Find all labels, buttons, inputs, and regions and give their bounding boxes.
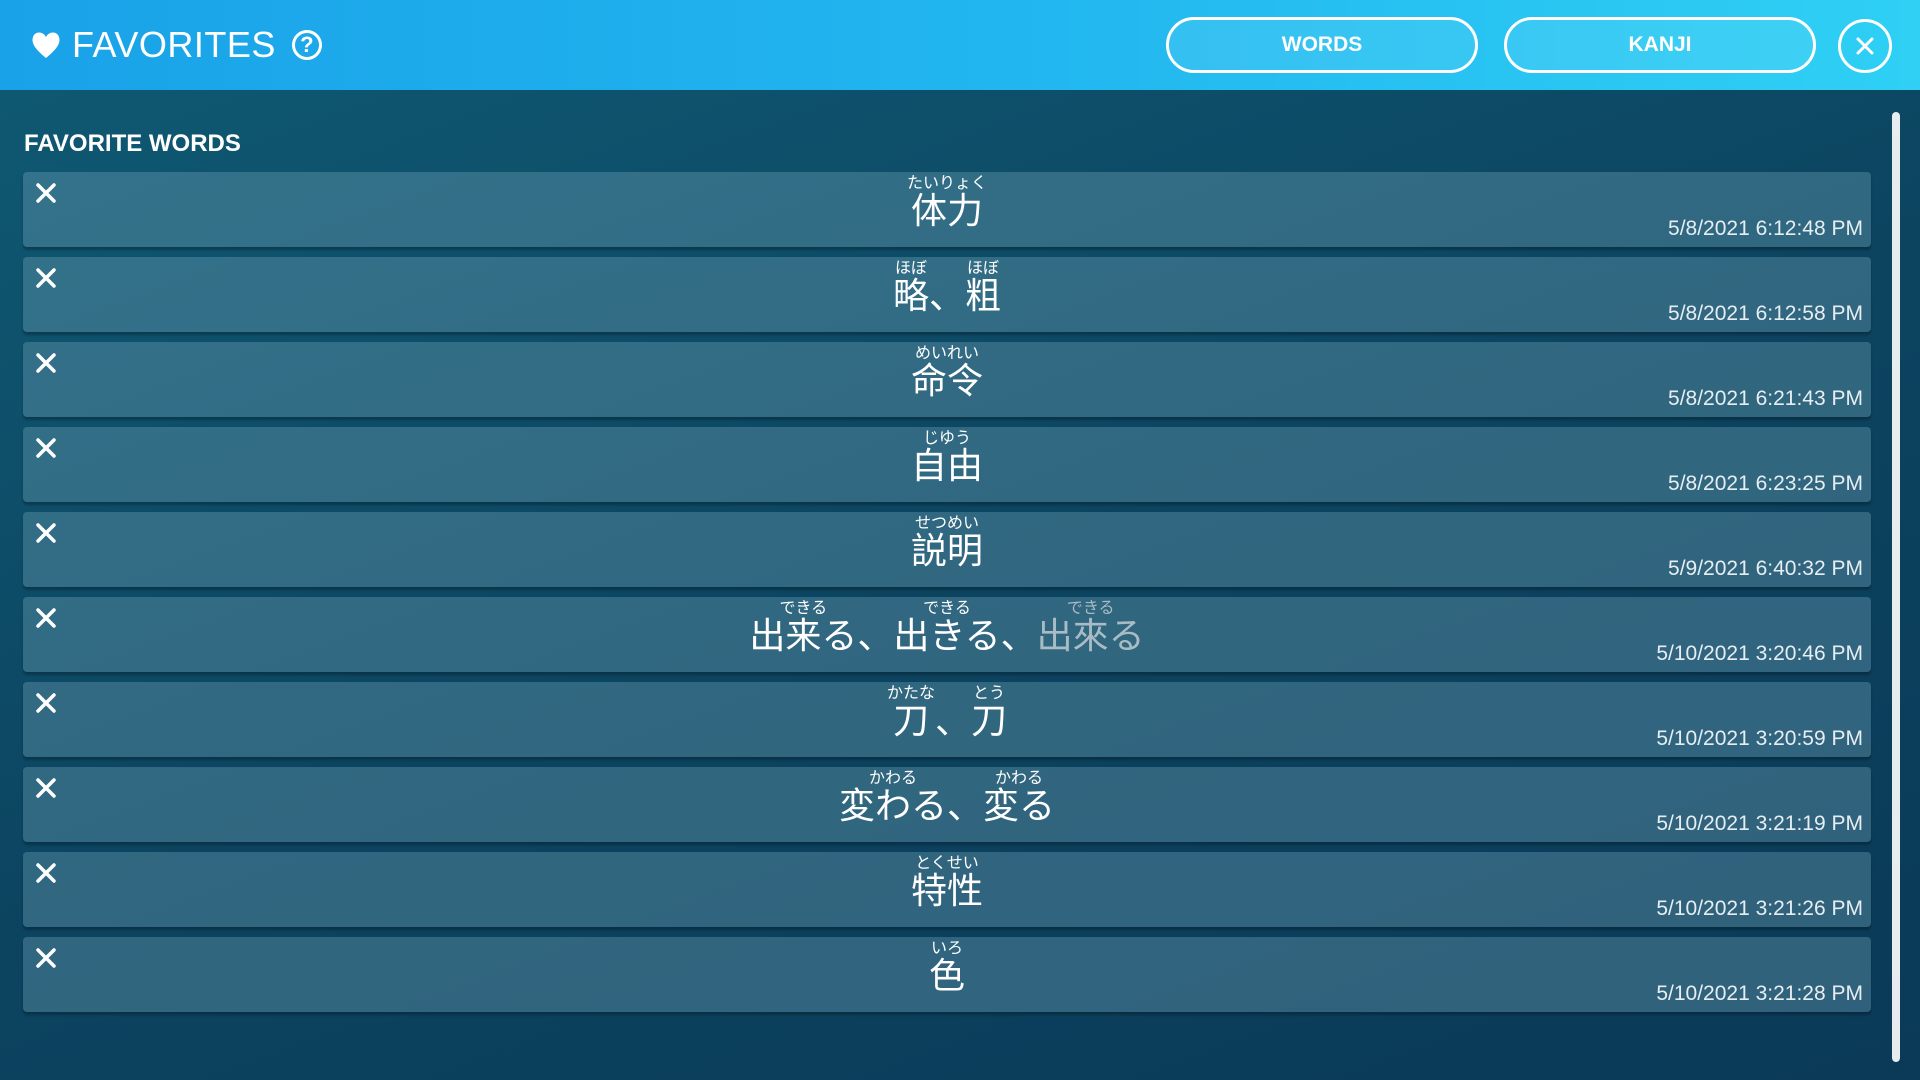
word-text: 色 [928, 956, 965, 997]
list-item[interactable]: かたな刀、とう刀 5/10/2021 3:20:59 PM [23, 682, 1871, 757]
furigana: たいりょく [906, 173, 987, 192]
timestamp: 5/8/2021 6:12:58 PM [1668, 302, 1863, 325]
word-text: 刀 [971, 701, 1008, 742]
term-separator: 、 [857, 616, 894, 657]
list-item[interactable]: たいりょく 体力 5/8/2021 6:12:48 PM [23, 172, 1871, 247]
word-text: 体力 [910, 191, 983, 232]
word-text: 略 [892, 276, 929, 317]
furigana: とう [973, 683, 1006, 702]
term: できる 出きる [893, 599, 1000, 657]
list-item[interactable]: ほぼ略、ほぼ粗 5/8/2021 6:12:58 PM [23, 257, 1871, 332]
timestamp: 5/10/2021 3:21:28 PM [1656, 982, 1863, 1005]
furigana: せつめい [914, 513, 979, 532]
word-entry: せつめい 説明 [23, 514, 1871, 572]
furigana: じゆう [922, 428, 971, 447]
word-entry: かわる 変わる、かわる 変る [23, 769, 1871, 827]
furigana: できる [1066, 598, 1115, 617]
word-text: 変わる [838, 786, 947, 827]
timestamp: 5/10/2021 3:20:46 PM [1656, 642, 1863, 665]
furigana: ほぼ [894, 258, 927, 277]
word-text: 特性 [910, 871, 983, 912]
term: めいれい 命令 [911, 344, 983, 402]
word-entry: ほぼ略、ほぼ粗 [23, 259, 1871, 317]
word-text: 自由 [910, 446, 983, 487]
favorites-panel: FAVORITE WORDS たいりょく 体力 5/8/2021 6:12:48 P… [0, 90, 1920, 1080]
furigana: できる [779, 598, 828, 617]
term: かわる 変る [983, 769, 1055, 827]
list-item[interactable]: できる 出来る、できる 出きる、できる 出來る 5/10/2021 3:20:46 PM [23, 597, 1871, 672]
word-text: 出來る [1036, 616, 1145, 657]
term: かたな刀 [887, 684, 935, 742]
kanji-tab-button[interactable]: KANJI [1504, 17, 1816, 73]
timestamp: 5/8/2021 6:21:43 PM [1668, 387, 1863, 410]
word-text: 出来る [749, 616, 858, 657]
term-separator: 、 [928, 276, 965, 317]
furigana: ほぼ [967, 258, 1000, 277]
page-title: FAVORITES [72, 24, 276, 65]
help-icon: ? [300, 32, 314, 57]
term: とくせい 特性 [911, 854, 983, 912]
heart-icon [32, 32, 60, 58]
help-button[interactable]: ? [291, 30, 322, 60]
term: ほぼ粗 [965, 259, 1001, 317]
word-text: 説明 [910, 531, 983, 572]
word-entry: めいれい 命令 [23, 344, 1871, 402]
header-bar: FAVORITES ? WORDS KANJI [0, 0, 1920, 90]
close-icon [1856, 37, 1874, 55]
term: たいりょく 体力 [907, 174, 987, 232]
furigana: できる [923, 598, 971, 617]
word-text: 命令 [910, 361, 983, 402]
word-entry: じゆう 自由 [23, 429, 1871, 487]
furigana: かわる [868, 768, 917, 787]
furigana: かわる [995, 768, 1044, 787]
term: かわる 変わる [839, 769, 947, 827]
word-entry: かたな刀、とう刀 [23, 684, 1871, 742]
timestamp: 5/10/2021 3:20:59 PM [1656, 727, 1863, 750]
word-entry: いろ色 [23, 939, 1871, 997]
word-text: 出きる [893, 616, 1001, 657]
timestamp: 5/8/2021 6:12:48 PM [1668, 217, 1863, 240]
word-text: 刀 [892, 701, 929, 742]
list-item[interactable]: せつめい 説明 5/9/2021 6:40:32 PM [23, 512, 1871, 587]
list-item[interactable]: とくせい 特性 5/10/2021 3:21:26 PM [23, 852, 1871, 927]
list-item[interactable]: いろ色 5/10/2021 3:21:28 PM [23, 937, 1871, 1012]
term-separator: 、 [934, 701, 971, 742]
term: じゆう 自由 [911, 429, 983, 487]
list-item[interactable]: かわる 変わる、かわる 変る 5/10/2021 3:21:19 PM [23, 767, 1871, 842]
furigana: めいれい [914, 343, 979, 362]
term-separator: 、 [1000, 616, 1037, 657]
term: せつめい 説明 [911, 514, 983, 572]
word-entry: たいりょく 体力 [23, 174, 1871, 232]
scrollbar[interactable] [1892, 112, 1900, 1062]
section-title: FAVORITE WORDS [24, 130, 241, 157]
timestamp: 5/9/2021 6:40:32 PM [1668, 557, 1863, 580]
furigana: かたな [886, 683, 935, 702]
term: できる 出來る [1037, 599, 1145, 657]
term: ほぼ略 [893, 259, 929, 317]
word-entry: とくせい 特性 [23, 854, 1871, 912]
word-entry: できる 出来る、できる 出きる、できる 出來る [23, 599, 1871, 657]
favorites-list: たいりょく 体力 5/8/2021 6:12:48 PM ほぼ略、ほぼ粗 5/8/202… [23, 172, 1871, 1022]
list-item[interactable]: めいれい 命令 5/8/2021 6:21:43 PM [23, 342, 1871, 417]
words-tab-button[interactable]: WORDS [1166, 17, 1478, 73]
word-text: 変る [983, 786, 1056, 827]
term: いろ色 [929, 939, 965, 997]
timestamp: 5/10/2021 3:21:26 PM [1656, 897, 1863, 920]
close-button[interactable] [1838, 19, 1892, 73]
furigana: とくせい [915, 853, 979, 872]
term: とう刀 [971, 684, 1007, 742]
furigana: いろ [930, 938, 963, 957]
header-title-group: FAVORITES ? [30, 22, 322, 68]
term: できる 出来る [749, 599, 857, 657]
timestamp: 5/10/2021 3:21:19 PM [1656, 812, 1863, 835]
word-text: 粗 [965, 276, 1002, 317]
timestamp: 5/8/2021 6:23:25 PM [1668, 472, 1863, 495]
list-item[interactable]: じゆう 自由 5/8/2021 6:23:25 PM [23, 427, 1871, 502]
term-separator: 、 [946, 786, 983, 827]
